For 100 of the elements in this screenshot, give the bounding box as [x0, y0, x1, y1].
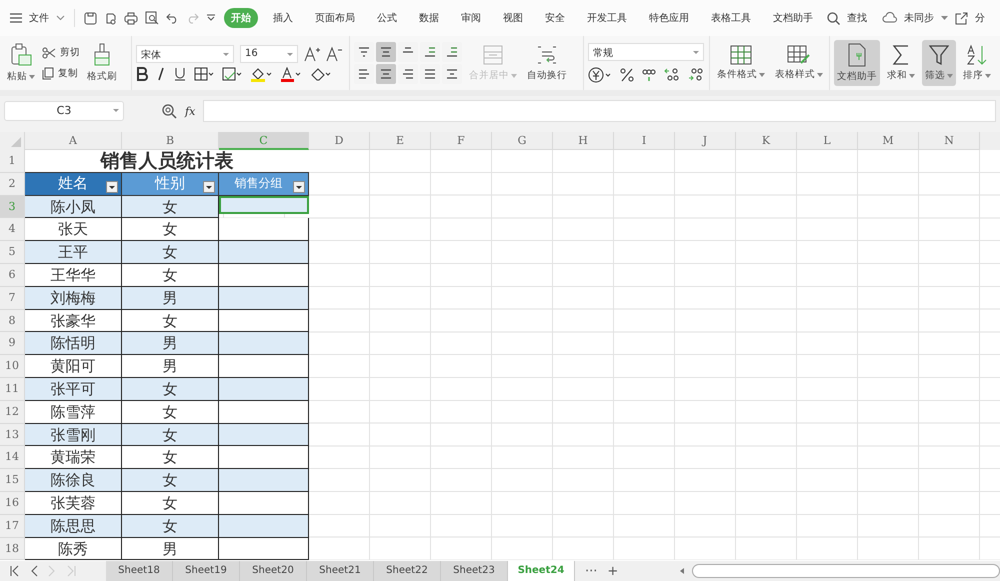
- thousands-separator-icon[interactable]: [642, 68, 656, 82]
- menu-tab[interactable]: 审阅: [454, 8, 488, 28]
- horizontal-scrollbar[interactable]: [692, 564, 1000, 578]
- print-icon[interactable]: [124, 12, 138, 24]
- table-cell[interactable]: [219, 355, 309, 378]
- row-header[interactable]: 18: [0, 538, 25, 560]
- menu-tab[interactable]: 安全: [538, 8, 572, 28]
- table-style-button[interactable]: 表格样式: [772, 40, 826, 86]
- filter-dropdown-icon[interactable]: [106, 180, 118, 193]
- sheet-tab[interactable]: Sheet24: [508, 561, 575, 581]
- table-cell[interactable]: [219, 492, 309, 515]
- table-cell[interactable]: [219, 332, 309, 356]
- paste-button[interactable]: 粘贴: [4, 40, 38, 86]
- table-cell[interactable]: [219, 446, 309, 470]
- cloud-icon[interactable]: [882, 12, 897, 24]
- caret-icon[interactable]: [29, 74, 35, 78]
- caret-icon[interactable]: [985, 74, 991, 78]
- selected-cell[interactable]: [219, 196, 309, 214]
- sort-button[interactable]: 排序: [960, 40, 994, 86]
- function-label[interactable]: fx: [185, 104, 196, 118]
- row-header[interactable]: 5: [0, 241, 25, 264]
- sheet-tab[interactable]: Sheet23: [441, 561, 508, 581]
- share-label[interactable]: 分: [975, 11, 985, 25]
- sheet-tab[interactable]: Sheet18: [106, 561, 173, 581]
- table-cell[interactable]: [219, 469, 309, 492]
- row-header[interactable]: 15: [0, 469, 25, 492]
- font-select[interactable]: 宋体: [136, 44, 234, 62]
- menu-tab[interactable]: 视图: [496, 8, 530, 28]
- menu-tab[interactable]: 开发工具: [580, 8, 634, 28]
- row-header[interactable]: 1: [0, 150, 25, 173]
- align-button[interactable]: [376, 64, 396, 84]
- name-box[interactable]: C3: [4, 101, 124, 121]
- export-icon[interactable]: [104, 12, 117, 24]
- table-cell[interactable]: [219, 538, 309, 560]
- search-label[interactable]: 查找: [847, 11, 867, 25]
- fill-color-icon[interactable]: [250, 66, 272, 82]
- row-header[interactable]: 14: [0, 446, 25, 470]
- row-header[interactable]: 11: [0, 378, 25, 401]
- formula-input[interactable]: [203, 100, 996, 122]
- italic-icon[interactable]: [156, 67, 166, 81]
- percent-icon[interactable]: [620, 68, 634, 82]
- row-header[interactable]: 6: [0, 264, 25, 287]
- preview-icon[interactable]: [145, 11, 159, 25]
- more-sheets-button[interactable]: ···: [585, 564, 598, 578]
- row-header[interactable]: 13: [0, 424, 25, 446]
- menu-tab[interactable]: 插入: [266, 8, 300, 28]
- increase-decimal-icon[interactable]: [664, 68, 680, 82]
- font-color-icon[interactable]: [280, 66, 302, 82]
- caret-icon[interactable]: [941, 16, 948, 20]
- save-icon[interactable]: [84, 12, 97, 24]
- eraser-icon[interactable]: [310, 67, 332, 81]
- currency-icon[interactable]: [588, 67, 612, 83]
- row-header[interactable]: 17: [0, 514, 25, 538]
- cell-style-icon[interactable]: [222, 67, 242, 81]
- conditional-format-button[interactable]: 条件格式: [714, 40, 768, 86]
- undo-icon[interactable]: [166, 12, 179, 24]
- row-header[interactable]: 12: [0, 400, 25, 424]
- table-cell[interactable]: [219, 310, 309, 332]
- table-cell[interactable]: [219, 218, 309, 242]
- borders-icon[interactable]: [194, 67, 214, 81]
- font-size-select[interactable]: 16: [240, 44, 298, 62]
- underline-icon[interactable]: [174, 67, 186, 81]
- table-cell[interactable]: [219, 264, 309, 287]
- row-header[interactable]: 8: [0, 310, 25, 332]
- table-cell[interactable]: [219, 400, 309, 424]
- table-cell[interactable]: [219, 241, 309, 264]
- previous-sheet-icon[interactable]: [30, 565, 38, 577]
- menu-tab[interactable]: 文档助手: [766, 8, 820, 28]
- increase-font-icon[interactable]: [304, 46, 320, 62]
- sheet-tab[interactable]: Sheet19: [173, 561, 240, 581]
- bold-icon[interactable]: [136, 67, 148, 81]
- scroll-left-icon[interactable]: [678, 567, 686, 575]
- cut-button[interactable]: 剪切: [42, 46, 80, 59]
- decrease-decimal-icon[interactable]: [688, 68, 704, 82]
- filter-dropdown-icon[interactable]: [203, 180, 215, 193]
- align-button[interactable]: [376, 42, 396, 62]
- search-icon[interactable]: [827, 12, 840, 24]
- table-cell[interactable]: [219, 286, 309, 310]
- table-cell[interactable]: [219, 424, 309, 446]
- sheet-tab[interactable]: Sheet22: [374, 561, 441, 581]
- dropdown-icon[interactable]: [206, 14, 216, 22]
- row-header[interactable]: 4: [0, 218, 25, 242]
- first-sheet-icon[interactable]: [10, 565, 20, 577]
- menu-tab[interactable]: 页面布局: [308, 8, 362, 28]
- sum-button[interactable]: 求和: [884, 40, 918, 86]
- sheet-tab[interactable]: Sheet20: [240, 561, 307, 581]
- document-assistant-button[interactable]: 文档助手: [834, 40, 880, 86]
- caret-icon[interactable]: [759, 72, 765, 76]
- row-header[interactable]: 10: [0, 355, 25, 378]
- menu-icon[interactable]: [10, 13, 22, 23]
- filter-button[interactable]: 筛选: [922, 40, 956, 86]
- table-cell[interactable]: [219, 514, 309, 538]
- row-header[interactable]: 7: [0, 286, 25, 310]
- row-header[interactable]: 16: [0, 492, 25, 515]
- number-format-select[interactable]: 常规: [588, 43, 704, 61]
- row-header[interactable]: 9: [0, 332, 25, 356]
- caret-icon[interactable]: [817, 72, 823, 76]
- zoom-icon[interactable]: [162, 104, 177, 118]
- caret-icon[interactable]: [909, 74, 915, 78]
- row-header[interactable]: 2: [0, 172, 25, 196]
